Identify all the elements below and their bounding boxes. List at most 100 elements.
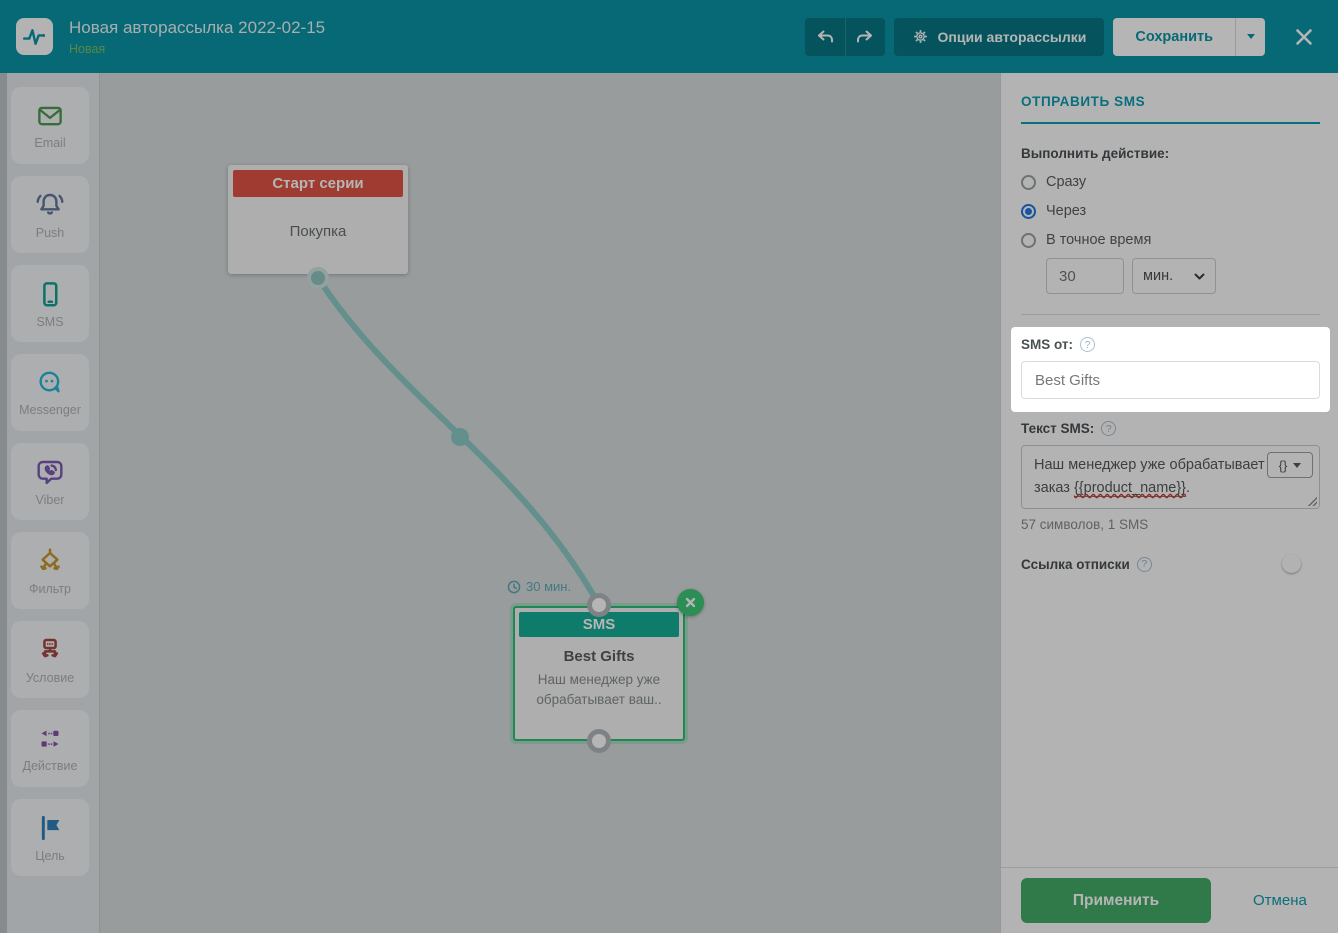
sms-node-selected[interactable]: SMS Best Gifts Наш менеджер уже обрабаты… xyxy=(513,606,685,741)
close-icon xyxy=(1296,28,1312,45)
palette-item-push[interactable]: Push xyxy=(11,176,89,253)
delete-node-button[interactable] xyxy=(677,589,704,616)
palette-item-viber[interactable]: Viber xyxy=(11,443,89,520)
save-split-button: Сохранить xyxy=(1113,17,1265,56)
delay-value-input[interactable] xyxy=(1046,258,1124,294)
sms-node-preview: Наш менеджер уже обрабатывает ваш.. xyxy=(536,672,662,707)
sms-node-title: Best Gifts xyxy=(563,648,635,665)
sms-settings-panel: ОТПРАВИТЬ SMS Выполнить действие: Сразу … xyxy=(1000,73,1338,933)
chevron-down-icon xyxy=(1194,273,1205,279)
apply-button[interactable]: Применить xyxy=(1021,878,1211,923)
goal-flag-icon xyxy=(41,815,60,841)
palette-item-email[interactable]: Email xyxy=(11,87,89,164)
braces-icon: {} xyxy=(1278,457,1288,473)
sms-from-input[interactable] xyxy=(1021,361,1320,399)
delay-unit-select[interactable]: мин. xyxy=(1132,258,1216,294)
sidebar-scrollbar[interactable] xyxy=(0,73,7,933)
status-badge: Новая xyxy=(69,41,106,56)
clock-icon xyxy=(507,580,521,593)
start-node-trigger: Покупка xyxy=(289,223,347,240)
viber-bubble-icon xyxy=(37,460,63,485)
connection-delay-text: 30 мин. xyxy=(526,579,572,594)
chevron-down-icon xyxy=(1246,34,1255,39)
sms-node-output-connector[interactable] xyxy=(587,729,611,753)
palette-item-label: SMS xyxy=(36,315,64,329)
palette-item-label: Действие xyxy=(22,759,78,773)
sms-from-highlighted-section: SMS от: ? xyxy=(1011,327,1330,412)
help-icon[interactable]: ? xyxy=(1136,556,1152,572)
radio-option-exact-time[interactable]: В точное время xyxy=(1021,232,1320,248)
undo-button[interactable] xyxy=(804,17,845,56)
header-actions: Опции авторассылки Сохранить xyxy=(804,17,1323,56)
unsubscribe-toggle[interactable] xyxy=(1282,554,1320,574)
section-divider xyxy=(1021,314,1320,315)
sms-from-label-row: SMS от: ? xyxy=(1021,337,1320,352)
sms-node-input-connector[interactable] xyxy=(587,593,611,617)
undo-redo-group xyxy=(804,17,885,56)
sms-text-variable: {{product_name}} xyxy=(1073,480,1187,498)
radio-label: Через xyxy=(1046,203,1087,219)
insert-variable-button[interactable]: {} xyxy=(1267,452,1313,478)
save-button[interactable]: Сохранить xyxy=(1113,17,1235,56)
action-arrows-icon xyxy=(41,730,59,747)
autoflow-options-label: Опции авторассылки xyxy=(937,28,1087,45)
redo-button[interactable] xyxy=(844,17,885,56)
palette-item-label: Фильтр xyxy=(29,582,71,596)
push-bell-icon xyxy=(36,193,64,215)
messenger-bubble-icon xyxy=(39,371,60,393)
sms-from-label: SMS от: xyxy=(1021,337,1074,352)
help-icon[interactable]: ? xyxy=(1101,421,1117,436)
connection-delay-label: 30 мин. xyxy=(507,579,571,594)
panel-title-underline xyxy=(1021,122,1320,124)
toggle-knob xyxy=(1282,554,1301,574)
condition-branch-icon xyxy=(41,638,59,658)
pulse-icon xyxy=(22,29,46,45)
unsubscribe-label: Ссылка отписки xyxy=(1021,556,1130,572)
save-dropdown-button[interactable] xyxy=(1235,17,1265,56)
cancel-link[interactable]: Отмена xyxy=(1253,892,1307,909)
page-title: Новая авторассылка 2022-02-15 xyxy=(69,17,326,37)
start-node-output-connector[interactable] xyxy=(307,267,329,289)
palette-item-messenger[interactable]: Messenger xyxy=(11,354,89,431)
flow-canvas[interactable]: Старт серии Покупка 30 мин. SMS Best Gif… xyxy=(100,73,1000,933)
radio-circle[interactable] xyxy=(1021,203,1036,219)
sms-text-label-row: Текст SMS: ? xyxy=(1021,421,1320,436)
radio-circle[interactable] xyxy=(1021,232,1036,248)
radio-label: В точное время xyxy=(1046,232,1152,248)
help-icon[interactable]: ? xyxy=(1080,337,1096,352)
delete-x-icon xyxy=(685,597,696,608)
palette-item-goal[interactable]: Цель xyxy=(11,799,89,876)
delay-inputs-row: мин. xyxy=(1046,258,1320,294)
delay-unit-value: мин. xyxy=(1143,268,1174,284)
action-timing-label: Выполнить действие: xyxy=(1021,146,1170,161)
autoflow-options-button[interactable]: Опции авторассылки xyxy=(893,17,1105,56)
sms-text-label: Текст SMS: xyxy=(1021,421,1095,436)
radio-option-immediately[interactable]: Сразу xyxy=(1021,174,1320,190)
palette-item-label: Цель xyxy=(35,849,65,863)
palette-item-condition[interactable]: Условие xyxy=(11,621,89,698)
redo-icon xyxy=(857,30,872,43)
palette-item-sms[interactable]: SMS xyxy=(11,265,89,342)
filter-diamond-icon xyxy=(40,548,60,571)
panel-title: ОТПРАВИТЬ SMS xyxy=(1021,94,1146,109)
textarea-resize-handle[interactable] xyxy=(1307,496,1317,507)
app-logo xyxy=(16,18,53,55)
automation-editor-window: Новая авторассылка 2022-02-15 Новая Опци… xyxy=(0,0,1338,933)
unsubscribe-link-row: Ссылка отписки ? xyxy=(1021,554,1320,574)
palette-item-label: Условие xyxy=(25,671,75,685)
palette-item-label: Email xyxy=(34,136,66,150)
close-editor-button[interactable] xyxy=(1286,26,1322,48)
email-envelope-icon xyxy=(38,106,62,126)
radio-option-after-delay[interactable]: Через xyxy=(1021,203,1320,219)
radio-label: Сразу xyxy=(1046,174,1087,190)
palette-item-filter[interactable]: Фильтр xyxy=(11,532,89,609)
palette-item-action[interactable]: Действие xyxy=(11,710,89,787)
start-series-node[interactable]: Старт серии Покупка xyxy=(228,165,408,274)
radio-circle[interactable] xyxy=(1021,174,1036,190)
undo-icon xyxy=(817,30,833,43)
panel-footer: Применить Отмена xyxy=(1001,867,1338,933)
sms-text-textarea[interactable]: Наш менеджер уже обрабатывает ваш заказ … xyxy=(1021,445,1320,510)
start-node-header: Старт серии xyxy=(233,170,403,197)
palette-item-label: Messenger xyxy=(19,403,81,417)
workflow-titles: Новая авторассылка 2022-02-15 Новая xyxy=(69,18,325,56)
